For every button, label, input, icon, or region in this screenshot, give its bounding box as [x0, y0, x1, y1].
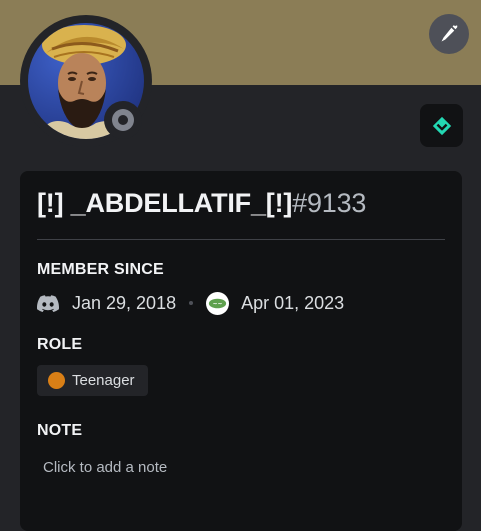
note-input[interactable]: Click to add a note [37, 453, 443, 481]
discord-join-date: Jan 29, 2018 [72, 292, 177, 313]
divider [37, 239, 445, 240]
nitro-badge-icon [432, 116, 451, 135]
svg-text:~~: ~~ [213, 301, 223, 307]
offline-status-icon [112, 109, 134, 131]
username-name: [!] _ABDELLATIF_[!] [37, 188, 293, 218]
role-name: Teenager [72, 372, 135, 389]
discord-icon [37, 294, 59, 312]
status-indicator [104, 101, 142, 139]
server-icon: ~~ [206, 291, 230, 315]
member-since-title: MEMBER SINCE [37, 261, 164, 278]
note-title: NOTE [37, 422, 83, 439]
member-since-row: Jan 29, 2018 ~~ Apr 01, 2023 [37, 291, 344, 315]
discriminator: #9133 [292, 188, 367, 218]
edit-profile-button[interactable] [429, 14, 469, 54]
role-pill[interactable]: Teenager [37, 365, 148, 396]
server-join-date: Apr 01, 2023 [241, 292, 345, 313]
role-color-dot [48, 372, 65, 389]
separator-dot [189, 301, 194, 305]
pencil-icon [441, 25, 458, 42]
nitro-badge[interactable] [420, 104, 463, 147]
role-title: ROLE [37, 336, 83, 353]
username: [!] _ABDELLATIF_[!]#9133 [37, 188, 366, 219]
profile-info-card: [!] _ABDELLATIF_[!]#9133 MEMBER SINCE Ja… [20, 171, 462, 531]
